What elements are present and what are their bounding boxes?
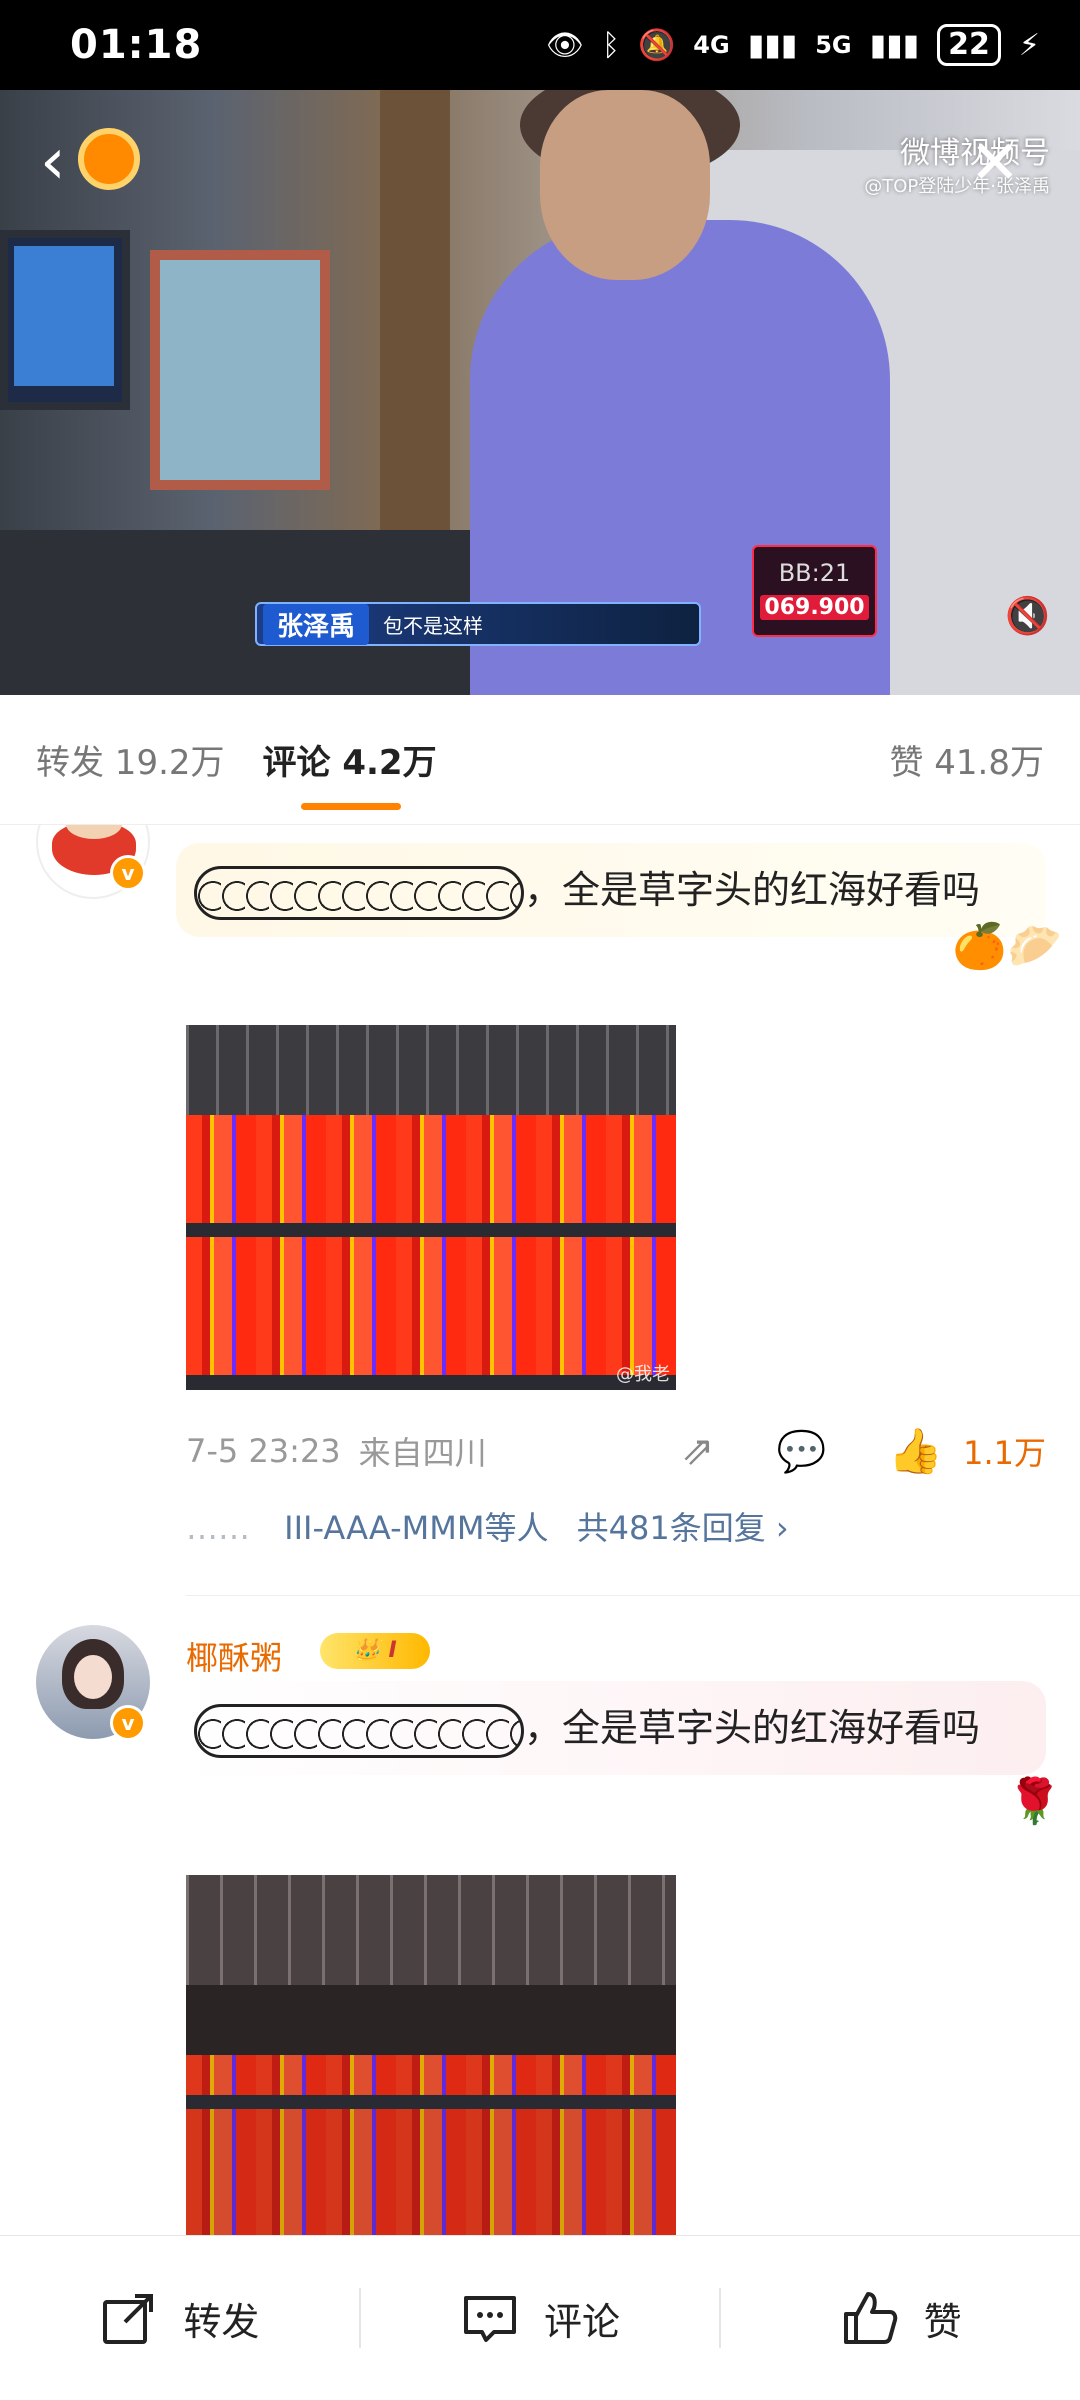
- caption-name: 张泽禹: [263, 603, 370, 645]
- comment-image[interactable]: [186, 1875, 676, 2235]
- signal-5g-label: 5G: [815, 31, 852, 59]
- repost-button[interactable]: 转发: [0, 2288, 359, 2348]
- tab-repost[interactable]: 转发 19.2万: [36, 735, 225, 784]
- reply-count: 共481条回复: [576, 1509, 766, 1547]
- bluetooth-icon: ᛒ: [601, 27, 620, 63]
- video-scene-head: [540, 90, 710, 280]
- video-source-sub: @TOP登陆少年·张泽禹: [864, 176, 1050, 197]
- verified-badge-icon: v: [110, 1705, 146, 1741]
- status-time: 01:18: [70, 22, 203, 68]
- video-scene-pillar: [380, 90, 450, 570]
- bubble-sticker-icon: 🍊🥟: [952, 921, 1062, 972]
- like-button[interactable]: 👍 1.1万: [888, 1425, 1046, 1477]
- video-source: 微博视频号 @TOP登陆少年·张泽禹: [864, 128, 1050, 198]
- comment-bubble: ，全是草字头的红海好看吗: [176, 843, 1046, 937]
- comment-item: v 椰酥粥 👑 I ，全是草字头的红海好看吗 🌹: [0, 1625, 1080, 2235]
- comment-item: v ，全是草字头的红海好看吗 🍊🥟 @我老 7-5 23:23 来自四川 ⇗ 💬…: [0, 825, 1080, 1596]
- comment-text-suffix: ，全是草字头的红海好看吗: [524, 868, 981, 912]
- charging-icon: ⚡: [1018, 27, 1040, 63]
- thumbs-up-icon: [843, 2292, 897, 2344]
- caption-line: 包不是这样: [383, 613, 484, 638]
- tab-comment[interactable]: 评论 4.2万: [263, 735, 437, 810]
- comment-button[interactable]: 评论: [361, 2288, 720, 2348]
- obscured-text-icon: [194, 1703, 524, 1758]
- comment-list[interactable]: v ，全是草字头的红海好看吗 🍊🥟 @我老 7-5 23:23 来自四川 ⇗ 💬…: [0, 825, 1080, 2235]
- comment-text-suffix: ，全是草字头的红海好看吗: [524, 1706, 981, 1750]
- signal-4g-label: 4G: [693, 31, 730, 59]
- reply-users: III-AAA-MMM等人: [284, 1509, 549, 1547]
- like-button[interactable]: 赞: [721, 2288, 1080, 2348]
- share-icon[interactable]: ⇗: [681, 1428, 715, 1474]
- vip-badge: 👑 I: [320, 1633, 430, 1669]
- status-icons: 👁 ᛒ 🔕 4G ▮▮▮ 5G ▮▮▮ 22 ⚡: [546, 24, 1040, 66]
- image-watermark: @我老: [616, 1364, 670, 1385]
- status-bar: 01:18 👁 ᛒ 🔕 4G ▮▮▮ 5G ▮▮▮ 22 ⚡: [0, 0, 1080, 90]
- dots-icon: ……: [186, 1509, 250, 1547]
- verified-badge-icon: v: [110, 855, 146, 891]
- score-time: BB:21: [778, 559, 851, 587]
- video-score-board: BB:21 069.900: [752, 545, 877, 637]
- comment-bubble: ，全是草字头的红海好看吗: [176, 1681, 1046, 1775]
- comment-ops: ⇗ 💬 👍 1.1万: [681, 1425, 1046, 1477]
- vip-level: I: [388, 1638, 397, 1663]
- reply-summary[interactable]: …… III-AAA-MMM等人 共481条回复 ›: [186, 1503, 789, 1549]
- comment-label: 评论: [544, 2299, 621, 2344]
- repost-label: 转发: [183, 2299, 260, 2344]
- tab-like[interactable]: 赞 41.8万: [889, 735, 1044, 784]
- signal-icon: ▮▮▮: [869, 27, 920, 63]
- eye-icon: 👁: [545, 27, 584, 63]
- back-icon[interactable]: ‹: [40, 130, 66, 194]
- comment-time: 7-5 23:23: [186, 1432, 341, 1470]
- silent-icon: 🔕: [637, 27, 676, 63]
- video-caption: 张泽禹 包不是这样: [255, 602, 702, 646]
- comment-text: ，全是草字头的红海好看吗: [194, 865, 981, 920]
- comment-meta: 7-5 23:23 来自四川 ⇗ 💬 👍 1.1万: [186, 1425, 1046, 1477]
- comment-image[interactable]: @我老: [186, 1025, 676, 1390]
- comment-icon: [464, 2296, 516, 2342]
- bottom-action-bar: 转发 评论 赞: [0, 2235, 1080, 2400]
- comment-text: ，全是草字头的红海好看吗: [194, 1703, 981, 1758]
- chevron-right-icon: ›: [775, 1509, 789, 1547]
- battery-indicator: 22: [937, 24, 1001, 66]
- comment-username[interactable]: 椰酥粥: [186, 1633, 282, 1679]
- score-value: 069.900: [760, 595, 869, 620]
- like-label: 赞: [923, 2299, 962, 2344]
- share-icon: [103, 2294, 154, 2344]
- divider: [186, 1595, 1080, 1596]
- video-scene-window: [150, 250, 330, 490]
- mute-icon[interactable]: 🔇: [1005, 595, 1050, 637]
- signal-icon: ▮▮▮: [747, 27, 798, 63]
- video-scene-monitor: [0, 230, 130, 410]
- thumbs-up-icon: 👍: [888, 1426, 944, 1477]
- obscured-text-icon: [194, 865, 524, 920]
- post-tabs: 转发 19.2万 评论 4.2万 赞 41.8万: [0, 695, 1080, 825]
- comment-source: 来自四川: [358, 1434, 487, 1472]
- reply-icon[interactable]: 💬: [776, 1428, 826, 1475]
- rose-sticker-icon: 🌹: [1007, 1776, 1062, 1827]
- video-player[interactable]: ‹ 微博视频号 @TOP登陆少年·张泽禹 ✕ 张泽禹 包不是这样 BB:21 0…: [0, 90, 1080, 695]
- close-icon[interactable]: ✕: [970, 128, 1020, 198]
- channel-logo-icon: [78, 128, 140, 190]
- like-count: 1.1万: [963, 1434, 1046, 1472]
